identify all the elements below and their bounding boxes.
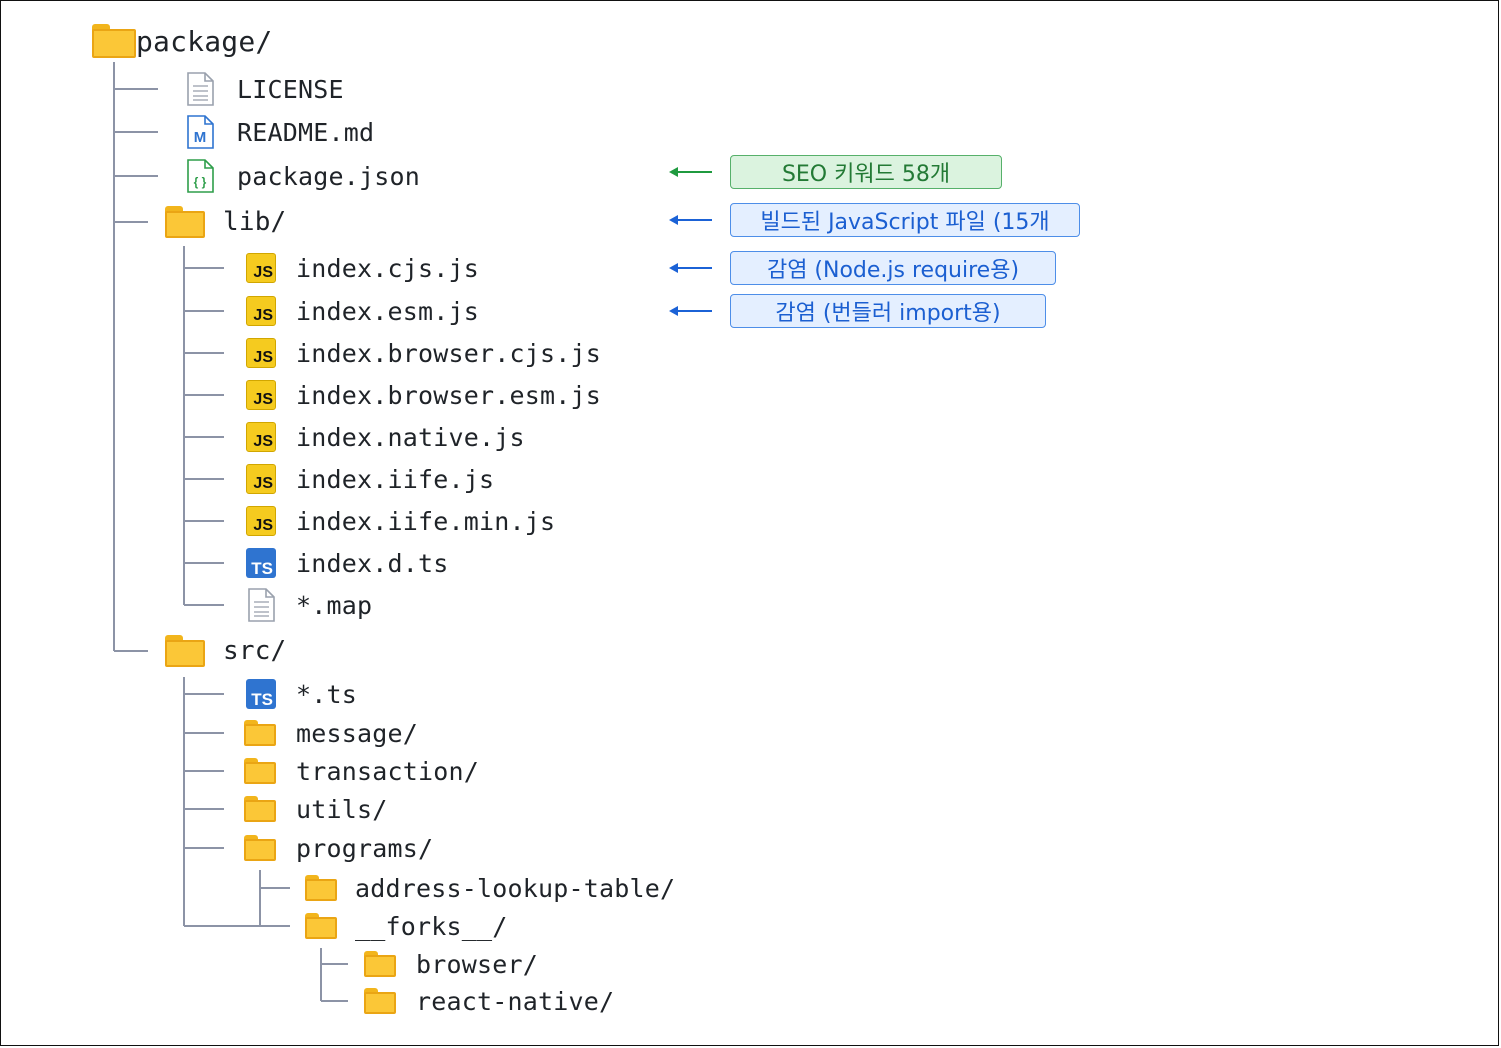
annotation-callout: 감염 (번들러 import용) <box>668 294 1046 328</box>
folder-icon <box>305 875 337 901</box>
javascript-icon: JS <box>246 296 276 326</box>
javascript-icon: JS <box>246 253 276 283</box>
tree-node-label: package/ <box>136 24 273 58</box>
javascript-icon: JS <box>246 464 276 494</box>
tree-node-label: index.browser.esm.js <box>296 380 602 410</box>
tree-node-label: browser/ <box>416 949 539 979</box>
tree-node-forks[interactable]: __forks__/ <box>305 906 508 946</box>
svg-text:{ }: { } <box>194 175 207 189</box>
json-icon: { } <box>185 159 215 193</box>
tree-node-label: react-native/ <box>416 986 615 1016</box>
tree-node-readme-md[interactable]: M README.md <box>185 112 374 152</box>
folder-icon <box>165 206 205 238</box>
folder-icon <box>244 758 276 784</box>
annotation-callout: 감염 (Node.js require용) <box>668 251 1056 285</box>
folder-icon <box>244 720 276 746</box>
tree-node-label: programs/ <box>296 833 434 863</box>
tree-node-ts[interactable]: TS *.ts <box>246 674 357 714</box>
javascript-icon: JS <box>246 506 276 536</box>
tree-node-label: transaction/ <box>296 756 480 786</box>
tree-node-programs[interactable]: programs/ <box>244 828 433 868</box>
tree-node-browser[interactable]: browser/ <box>364 944 538 984</box>
typescript-icon: TS <box>246 548 276 578</box>
tree-node-license[interactable]: LICENSE <box>185 69 344 109</box>
left-arrow-icon <box>669 306 712 316</box>
annotation-label: 감염 (번들러 import용) <box>730 294 1046 328</box>
javascript-icon: JS <box>246 422 276 452</box>
folder-icon <box>92 24 136 58</box>
tree-node-index-d-ts[interactable]: TS index.d.ts <box>246 543 449 583</box>
folder-icon <box>364 951 396 977</box>
folder-icon <box>364 988 396 1014</box>
tree-node-react-native[interactable]: react-native/ <box>364 981 614 1021</box>
tree-node-package-json[interactable]: { } package.json <box>185 156 420 196</box>
tree-node-label: index.iife.js <box>296 464 495 494</box>
tree-node-message[interactable]: message/ <box>244 713 418 753</box>
tree-node-map[interactable]: *.map <box>246 585 372 625</box>
left-arrow-icon <box>669 167 712 177</box>
tree-node-index-native-js[interactable]: JS index.native.js <box>246 417 525 457</box>
tree-node-label: address-lookup-table/ <box>355 873 676 903</box>
tree-node-label: lib/ <box>223 207 287 237</box>
folder-icon <box>244 796 276 822</box>
annotation-callout: SEO 키워드 58개 <box>668 155 1002 189</box>
tree-node-index-esm-js[interactable]: JS index.esm.js <box>246 291 479 331</box>
tree-node-label: src/ <box>223 636 287 666</box>
markdown-icon: M <box>185 115 215 149</box>
tree-node-index-browser-esm-js[interactable]: JS index.browser.esm.js <box>246 375 601 415</box>
svg-text:M: M <box>194 129 207 146</box>
tree-node-index-cjs-js[interactable]: JS index.cjs.js <box>246 248 479 288</box>
tree-node-label: index.browser.cjs.js <box>296 338 602 368</box>
tree-node-index-iife-min-js[interactable]: JS index.iife.min.js <box>246 501 555 541</box>
typescript-icon: TS <box>246 679 276 709</box>
javascript-icon: JS <box>246 380 276 410</box>
tree-node-utils[interactable]: utils/ <box>244 789 388 829</box>
tree-node-label: README.md <box>237 117 375 147</box>
tree-node-transaction[interactable]: transaction/ <box>244 751 479 791</box>
annotation-callout: 빌드된 JavaScript 파일 (15개 <box>668 203 1080 237</box>
tree-node-label: utils/ <box>296 794 388 824</box>
tree-node-label: index.esm.js <box>296 296 480 326</box>
folder-icon <box>305 913 337 939</box>
tree-node-label: index.d.ts <box>296 548 449 578</box>
tree-node-src[interactable]: src/ <box>165 631 286 671</box>
tree-node-lib[interactable]: lib/ <box>165 202 286 242</box>
tree-node-label: index.iife.min.js <box>296 506 556 536</box>
folder-icon <box>165 635 205 667</box>
tree-node-index-browser-cjs-js[interactable]: JS index.browser.cjs.js <box>246 333 601 373</box>
tree-node-label: index.cjs.js <box>296 253 480 283</box>
tree-node-address-lookup-table[interactable]: address-lookup-table/ <box>305 868 675 908</box>
tree-node-label: LICENSE <box>237 74 344 104</box>
tree-node-label: __forks__/ <box>355 911 508 941</box>
left-arrow-icon <box>669 263 712 273</box>
document-icon <box>246 588 276 622</box>
javascript-icon: JS <box>246 338 276 368</box>
tree-node-package[interactable]: package/ <box>92 21 272 61</box>
tree-node-label: *.ts <box>296 679 358 709</box>
annotation-label: SEO 키워드 58개 <box>730 155 1002 189</box>
document-icon <box>185 72 215 106</box>
annotation-label: 빌드된 JavaScript 파일 (15개 <box>730 203 1080 237</box>
annotation-label: 감염 (Node.js require용) <box>730 251 1056 285</box>
folder-icon <box>244 835 276 861</box>
tree-node-label: package.json <box>237 161 421 191</box>
tree-node-index-iife-js[interactable]: JS index.iife.js <box>246 459 494 499</box>
tree-node-label: index.native.js <box>296 422 525 452</box>
tree-node-label: *.map <box>296 590 373 620</box>
left-arrow-icon <box>669 215 712 225</box>
tree-node-label: message/ <box>296 718 419 748</box>
